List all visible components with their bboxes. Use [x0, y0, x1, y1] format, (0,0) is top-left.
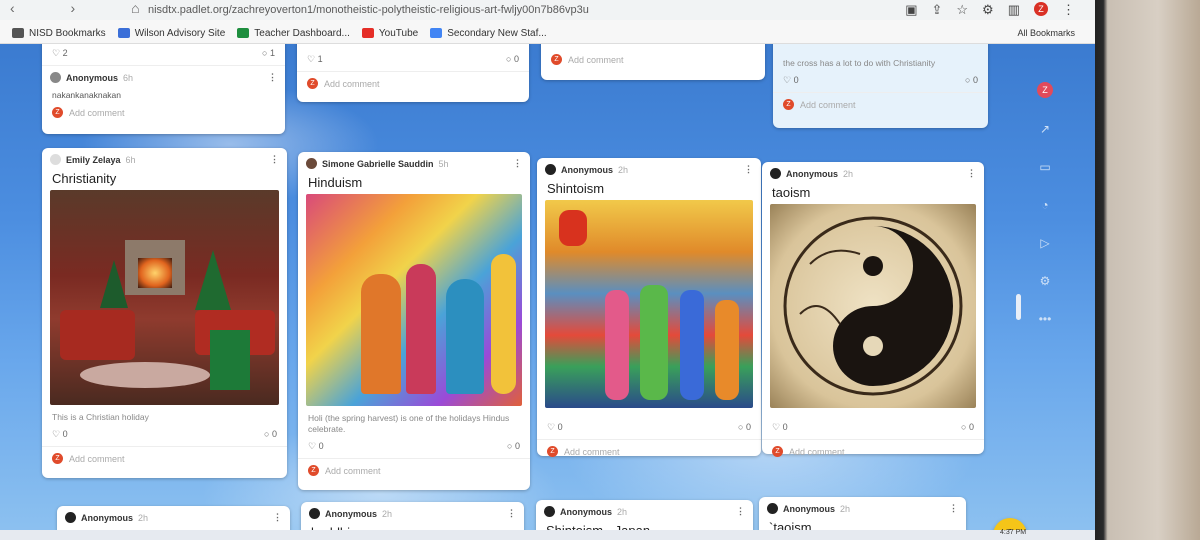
add-comment-input[interactable]: Z Add comment	[297, 72, 529, 95]
sidepanel-icon[interactable]: ▥	[1008, 2, 1020, 18]
bookmark-nisd[interactable]: NISD Bookmarks	[12, 28, 106, 39]
yin-yang-image[interactable]	[770, 204, 976, 408]
share-icon[interactable]: ↗	[1040, 122, 1050, 136]
avatar	[50, 154, 61, 165]
post-card-christianity[interactable]: Emily Zelaya 6h ⋮ Christianity This is a…	[42, 148, 287, 478]
more-icon[interactable]: ⋮	[270, 154, 279, 165]
avatar	[767, 503, 778, 514]
bookmarks-bar: NISD Bookmarks Wilson Advisory Site Teac…	[0, 22, 1095, 44]
comment-count: ○ 0	[965, 75, 978, 85]
post-card[interactable]: ♡ 2 ○ 1 Anonymous 6h ⋮ nakankanaknakan Z…	[42, 44, 285, 134]
post-card[interactable]: Z Add comment	[541, 44, 765, 80]
more-icon[interactable]: ⋮	[744, 164, 753, 175]
avatar	[65, 512, 76, 523]
more-icon[interactable]: ⋮	[949, 503, 958, 514]
like-count[interactable]: ♡ 0	[772, 422, 788, 433]
more-icon[interactable]: ⋮	[736, 506, 745, 517]
play-icon[interactable]: ▷	[1040, 236, 1049, 250]
screenshot-icon[interactable]: ▣	[905, 2, 917, 18]
post-title: Christianity	[52, 171, 117, 186]
bookmark-teacher-dashboard[interactable]: Teacher Dashboard...	[237, 28, 350, 39]
address-bar[interactable]: ‹ › ⌂ nisdtx.padlet.org/zachreyoverton1/…	[0, 0, 1095, 20]
post-card[interactable]: the cross has a lot to do with Christian…	[773, 44, 988, 128]
add-comment-input[interactable]: Z Add comment	[762, 440, 984, 463]
bookmark-youtube[interactable]: YouTube	[361, 28, 418, 39]
avatar	[306, 158, 317, 169]
profile-avatar[interactable]: Z	[1037, 82, 1053, 98]
clock: 4:37 PM	[1000, 529, 1027, 536]
comment-count: ○ 0	[961, 422, 974, 432]
bell-icon[interactable]: ◔	[1041, 198, 1048, 212]
add-comment-input[interactable]: Z Add comment	[298, 459, 530, 482]
add-comment-input[interactable]: Z Add comment	[541, 44, 765, 71]
add-comment-input[interactable]: Z Add comment	[42, 447, 287, 470]
holi-festival-image[interactable]	[306, 194, 522, 406]
like-count[interactable]: ♡ 0	[308, 441, 324, 452]
nav-buttons[interactable]: ‹ › ⌂	[10, 0, 166, 16]
comment-count: ○ 0	[506, 54, 519, 64]
scrollbar-handle[interactable]	[1016, 294, 1021, 320]
avatar	[309, 508, 320, 519]
share-icon[interactable]: ⇪	[931, 2, 942, 18]
comment-count: ○ 0	[264, 429, 277, 439]
post-title: taoism	[772, 185, 811, 200]
add-comment-input[interactable]: Z Add comment	[773, 93, 988, 116]
post-card-taoism[interactable]: Anonymous 2h ⋮ taoism ♡ 0 ○ 0 Z Add comme…	[762, 162, 984, 457]
avatar	[544, 506, 555, 517]
browser-chrome: ‹ › ⌂ nisdtx.padlet.org/zachreyoverton1/…	[0, 0, 1095, 44]
all-bookmarks[interactable]: All Bookmarks	[1017, 28, 1075, 38]
post-title: Shintoism	[547, 181, 605, 196]
like-count[interactable]: ♡ 0	[52, 429, 68, 440]
taskbar	[0, 530, 1095, 540]
more-icon[interactable]: ⋮	[513, 158, 522, 169]
post-title: Hinduism	[308, 175, 363, 190]
like-count[interactable]: ♡ 0	[783, 75, 799, 86]
post-card[interactable]: ♡ 1 ○ 0 Z Add comment	[297, 44, 529, 102]
more-icon[interactable]: •••	[1039, 312, 1052, 326]
more-icon[interactable]: ⋮	[273, 512, 282, 523]
padlet-toolbar: Z ↗ ▭ ◔ ▷ ⚙ •••	[1030, 82, 1060, 342]
more-icon[interactable]: ⋮	[507, 508, 516, 519]
add-comment-input[interactable]: Z Add comment	[537, 440, 761, 463]
bookmark-secondary-staff[interactable]: Secondary New Staf...	[430, 28, 547, 39]
post-card-hinduism[interactable]: Simone Gabrielle Sauddin 5h ⋮ Hinduism H…	[298, 152, 530, 490]
comment-count: ○ 0	[738, 422, 751, 432]
christmas-room-image[interactable]	[50, 190, 279, 405]
laptop-bezel-background	[1095, 0, 1200, 540]
extension-icon[interactable]: ⚙	[982, 2, 994, 18]
chat-icon[interactable]: ▭	[1039, 160, 1050, 174]
like-count[interactable]: ♡ 0	[547, 422, 563, 433]
shinto-festival-image[interactable]	[545, 200, 753, 408]
bookmark-wilson[interactable]: Wilson Advisory Site	[117, 28, 225, 39]
like-count[interactable]: ♡ 1	[307, 54, 323, 65]
avatar	[50, 72, 61, 83]
settings-icon[interactable]: ⚙	[1040, 274, 1051, 288]
more-icon[interactable]: ⋮	[967, 168, 976, 179]
like-count[interactable]: ♡ 2	[52, 48, 68, 59]
profile-avatar[interactable]: Z	[1034, 2, 1048, 16]
post-card-shintoism[interactable]: Anonymous 2h ⋮ Shintoism ♡ 0 ○ 0 Z Add co…	[537, 158, 761, 457]
browser-actions: ▣ ⇪ ☆ ⚙ ▥ Z ⋮	[905, 2, 1075, 18]
add-comment-input[interactable]: Z Add comment	[42, 101, 285, 124]
menu-icon[interactable]: ⋮	[1062, 2, 1075, 18]
avatar	[770, 168, 781, 179]
url-text[interactable]: nisdtx.padlet.org/zachreyoverton1/monoth…	[148, 4, 589, 16]
comment-count: ○ 0	[507, 441, 520, 451]
avatar	[545, 164, 556, 175]
padlet-board: ♡ 2 ○ 1 Anonymous 6h ⋮ nakankanaknakan Z…	[0, 44, 1095, 540]
star-icon[interactable]: ☆	[956, 2, 968, 18]
comment-count: ○ 1	[262, 48, 275, 58]
more-icon[interactable]: ⋮	[268, 72, 277, 83]
